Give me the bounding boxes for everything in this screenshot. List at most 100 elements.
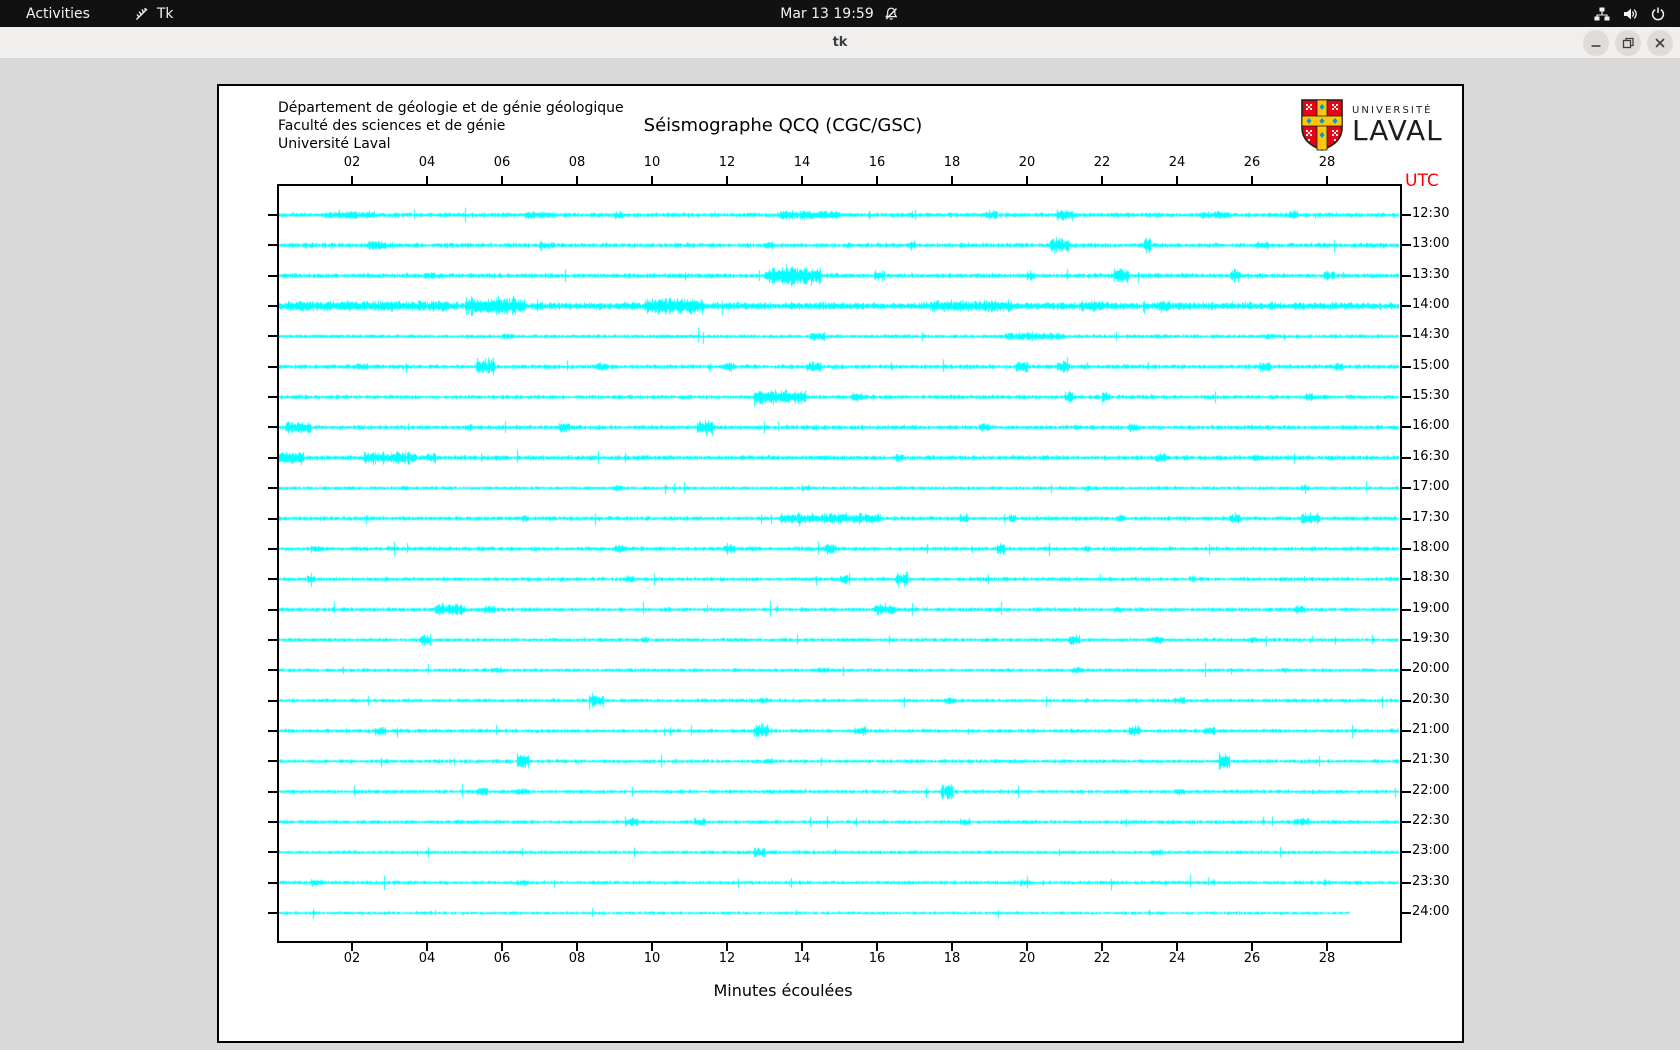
row-tick-left <box>268 305 277 308</box>
row-tick-right <box>1402 547 1411 550</box>
x-tick-label-bottom: 12 <box>718 951 736 966</box>
x-tick-bottom <box>726 943 728 951</box>
row-time-label: 16:30 <box>1412 448 1450 464</box>
header-line-3: Université Laval <box>278 136 391 152</box>
x-tick-label-bottom: 20 <box>1018 951 1036 966</box>
row-time-label: 22:00 <box>1412 782 1450 798</box>
clock-menu-button[interactable]: Mar 13 19:59 <box>780 0 899 27</box>
row-tick-right <box>1402 305 1411 308</box>
x-tick-top <box>351 176 353 184</box>
x-tick-bottom <box>576 943 578 951</box>
x-tick-top <box>1101 176 1103 184</box>
x-tick-bottom <box>1101 943 1103 951</box>
app-menu-button[interactable]: Tk <box>124 0 184 27</box>
x-tick-label-top: 18 <box>943 155 961 170</box>
row-tick-right <box>1402 729 1411 732</box>
network-icon <box>1594 6 1610 22</box>
x-tick-bottom <box>876 943 878 951</box>
row-tick-right <box>1402 214 1411 216</box>
header-text: Département de géologie et de génie géol… <box>278 99 624 153</box>
row-tick-right <box>1402 790 1411 793</box>
row-tick-right <box>1402 274 1411 277</box>
row-tick-right <box>1402 851 1411 854</box>
row-time-label: 20:00 <box>1412 661 1450 677</box>
x-tick-label-top: 14 <box>793 155 811 170</box>
row-tick-right <box>1402 881 1411 884</box>
system-status-menu[interactable] <box>1594 0 1666 27</box>
row-tick-right <box>1402 456 1411 459</box>
row-tick-left <box>268 912 277 915</box>
row-time-label: 18:30 <box>1412 570 1450 586</box>
row-tick-right <box>1402 487 1411 490</box>
x-tick-label-bottom: 08 <box>568 951 586 966</box>
seismogram-traces <box>279 186 1400 941</box>
x-tick-bottom <box>801 943 803 951</box>
x-tick-top <box>1176 176 1178 184</box>
row-tick-left <box>268 517 277 520</box>
x-tick-top <box>876 176 878 184</box>
x-tick-bottom <box>1176 943 1178 951</box>
x-tick-label-bottom: 24 <box>1168 951 1186 966</box>
row-time-label: 14:00 <box>1412 297 1450 313</box>
row-tick-right <box>1402 821 1411 823</box>
x-tick-label-bottom: 10 <box>643 951 661 966</box>
x-tick-label-top: 24 <box>1168 155 1186 170</box>
logo-laval-label: LAVAL <box>1352 114 1443 147</box>
row-tick-left <box>268 274 277 277</box>
row-tick-left <box>268 396 277 399</box>
maximize-button[interactable] <box>1615 29 1641 56</box>
row-time-label: 17:30 <box>1412 509 1450 525</box>
row-tick-left <box>268 335 277 338</box>
utc-label: UTC <box>1405 171 1439 191</box>
seismograph-canvas: Département de géologie et de génie géol… <box>217 84 1464 1043</box>
notifications-disabled-icon <box>884 6 900 22</box>
x-tick-label-bottom: 02 <box>343 951 361 966</box>
header-line-1: Département de géologie et de génie géol… <box>278 100 624 116</box>
row-tick-left <box>268 760 277 763</box>
tk-feather-icon <box>134 6 150 22</box>
clock-label: Mar 13 19:59 <box>780 5 874 22</box>
power-icon <box>1650 6 1666 22</box>
top-bar: Activities Tk Mar 13 19:59 <box>0 0 1680 27</box>
x-tick-label-top: 04 <box>418 155 436 170</box>
row-tick-left <box>268 547 277 550</box>
row-tick-left <box>268 244 277 247</box>
row-time-label: 13:00 <box>1412 236 1450 252</box>
row-tick-right <box>1402 638 1411 641</box>
x-tick-bottom <box>426 943 428 951</box>
x-tick-top <box>801 176 803 184</box>
row-tick-left <box>268 638 277 641</box>
row-tick-left <box>268 365 277 368</box>
x-tick-top <box>951 176 953 184</box>
row-tick-right <box>1402 669 1411 672</box>
row-tick-left <box>268 851 277 854</box>
row-tick-right <box>1402 426 1411 429</box>
x-tick-bottom <box>1326 943 1328 951</box>
close-icon <box>1655 37 1665 48</box>
row-tick-left <box>268 426 277 429</box>
close-button[interactable] <box>1647 29 1673 56</box>
row-time-label: 17:00 <box>1412 479 1450 495</box>
row-tick-left <box>268 881 277 884</box>
x-tick-label-top: 28 <box>1318 155 1336 170</box>
row-tick-left <box>268 669 277 672</box>
x-tick-bottom <box>501 943 503 951</box>
activities-button[interactable]: Activities <box>16 0 100 27</box>
row-time-label: 21:00 <box>1412 721 1450 737</box>
row-time-label: 14:30 <box>1412 327 1450 343</box>
xaxis-title: Minutes écoulées <box>713 981 853 1000</box>
x-tick-bottom <box>651 943 653 951</box>
x-tick-top <box>1326 176 1328 184</box>
header-line-2: Faculté des sciences et de génie <box>278 118 506 134</box>
row-tick-right <box>1402 912 1411 915</box>
row-tick-right <box>1402 578 1411 581</box>
x-tick-label-top: 26 <box>1243 155 1261 170</box>
row-tick-right <box>1402 244 1411 247</box>
row-tick-left <box>268 699 277 702</box>
minimize-button[interactable] <box>1583 29 1609 56</box>
laval-wordmark: UNIVERSITÉ LAVAL <box>1352 105 1443 145</box>
row-tick-left <box>268 578 277 581</box>
minimize-icon <box>1591 44 1601 47</box>
window-titlebar[interactable]: tk <box>0 27 1680 59</box>
row-time-label: 16:00 <box>1412 418 1450 434</box>
